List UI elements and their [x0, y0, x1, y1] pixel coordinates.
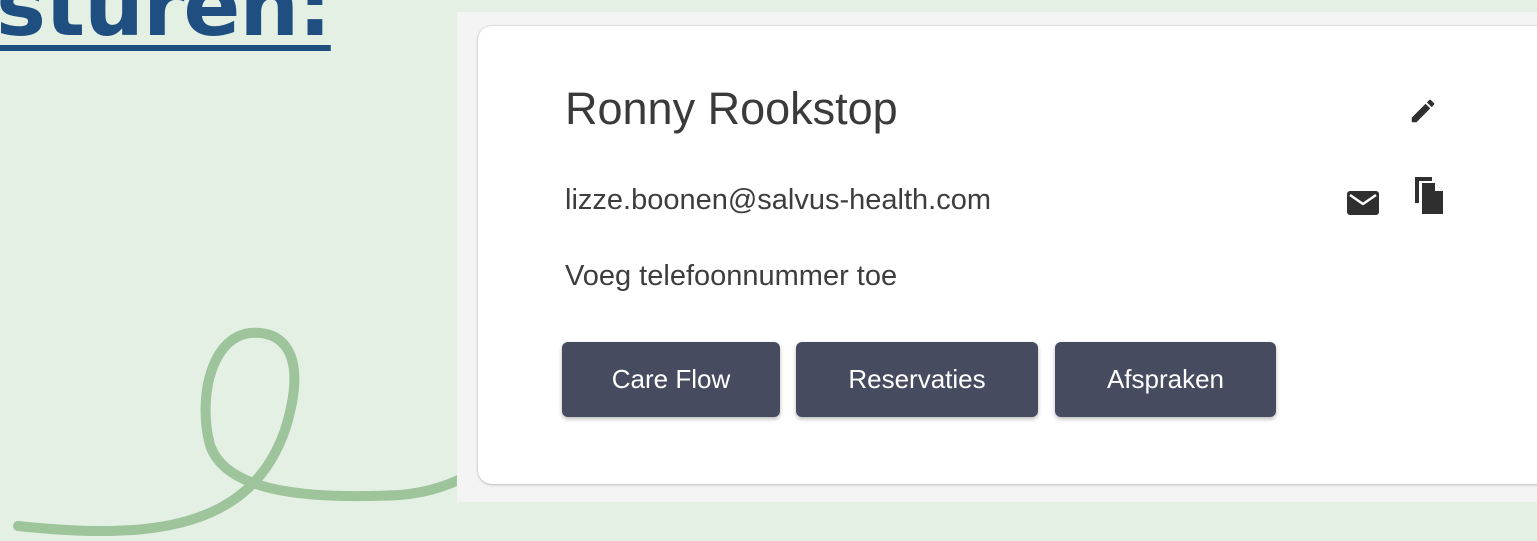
add-phone-link[interactable]: Voeg telefoonnummer toe [565, 260, 897, 293]
afspraken-button[interactable]: Afspraken [1055, 342, 1276, 417]
contact-card: Ronny Rookstop lizze.boonen@salvus-healt… [478, 26, 1537, 484]
pencil-icon[interactable] [1408, 96, 1438, 126]
care-flow-button[interactable]: Care Flow [562, 342, 780, 417]
contact-email: lizze.boonen@salvus-health.com [565, 184, 991, 216]
page-heading: sturen: [0, 0, 332, 55]
copy-icon[interactable] [1414, 176, 1444, 216]
reservaties-button[interactable]: Reservaties [796, 342, 1038, 417]
mail-icon[interactable] [1346, 190, 1380, 216]
contact-name: Ronny Rookstop [565, 83, 898, 134]
